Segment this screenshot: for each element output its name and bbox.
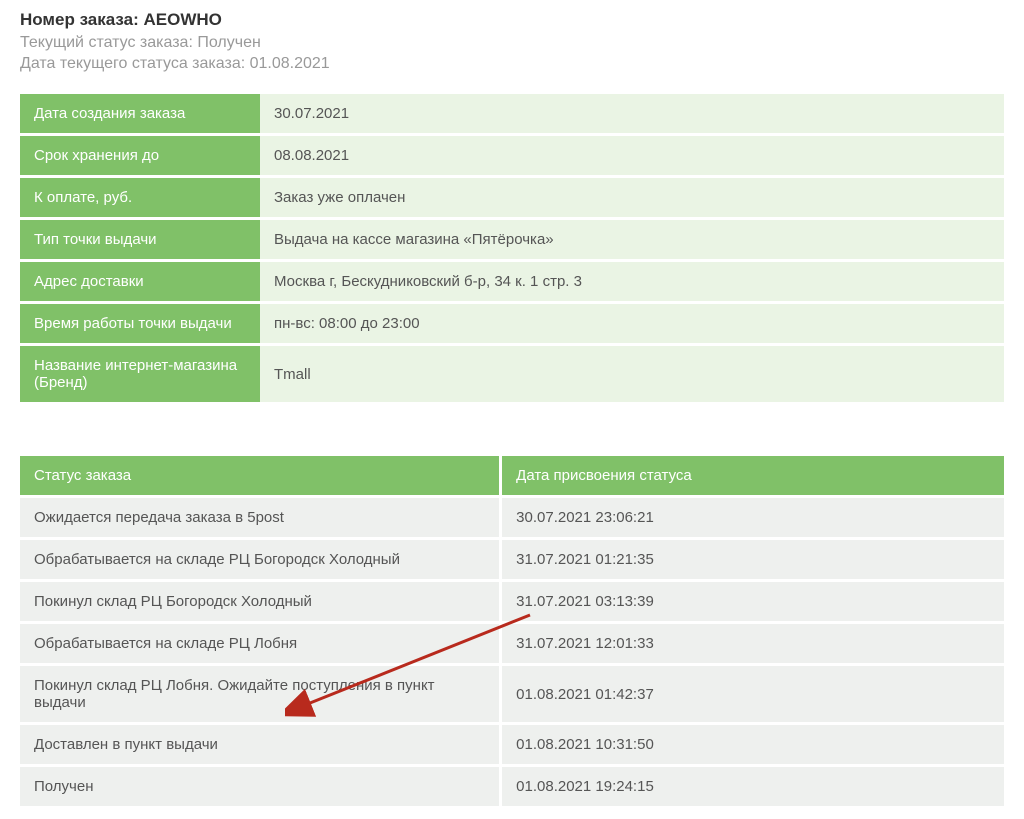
status-date-line: Дата текущего статуса заказа: 01.08.2021 [20,55,1004,73]
history-status: Обрабатывается на складе РЦ Богородск Хо… [20,540,502,579]
details-row: Адрес доставкиМосква г, Бескудниковский … [20,262,1004,301]
details-row: Время работы точки выдачипн-вс: 08:00 до… [20,304,1004,343]
details-row: Название интернет-магазина (Бренд)Tmall [20,346,1004,402]
history-row: Ожидается передача заказа в 5post30.07.2… [20,498,1004,537]
details-row: Срок хранения до08.08.2021 [20,136,1004,175]
history-date: 01.08.2021 01:42:37 [502,666,1004,722]
history-status: Покинул склад РЦ Богородск Холодный [20,582,502,621]
history-row: Обрабатывается на складе РЦ Богородск Хо… [20,540,1004,579]
history-status: Получен [20,767,502,806]
details-value: Выдача на кассе магазина «Пятёрочка» [260,220,1004,259]
order-history-table: Статус заказа Дата присвоения статуса Ож… [20,453,1004,809]
history-col-status: Статус заказа [20,456,502,495]
details-label: Название интернет-магазина (Бренд) [20,346,260,402]
current-status-value: Получен [197,34,260,51]
details-label: Адрес доставки [20,262,260,301]
details-value: Tmall [260,346,1004,402]
history-date: 01.08.2021 19:24:15 [502,767,1004,806]
details-label: Время работы точки выдачи [20,304,260,343]
history-col-date: Дата присвоения статуса [502,456,1004,495]
details-label: К оплате, руб. [20,178,260,217]
current-status-label: Текущий статус заказа: [20,34,197,51]
history-row: Получен01.08.2021 19:24:15 [20,767,1004,806]
history-date: 31.07.2021 12:01:33 [502,624,1004,663]
details-value: Заказ уже оплачен [260,178,1004,217]
history-date: 01.08.2021 10:31:50 [502,725,1004,764]
history-row: Покинул склад РЦ Лобня. Ожидайте поступл… [20,666,1004,722]
history-status: Обрабатывается на складе РЦ Лобня [20,624,502,663]
history-status: Доставлен в пункт выдачи [20,725,502,764]
details-label: Срок хранения до [20,136,260,175]
details-label: Дата создания заказа [20,94,260,133]
history-date: 31.07.2021 03:13:39 [502,582,1004,621]
order-details-table: Дата создания заказа30.07.2021Срок хране… [20,91,1004,405]
details-value: 08.08.2021 [260,136,1004,175]
status-date-value: 01.08.2021 [250,55,330,72]
history-status: Покинул склад РЦ Лобня. Ожидайте поступл… [20,666,502,722]
details-value: пн-вс: 08:00 до 23:00 [260,304,1004,343]
order-number-line: Номер заказа: AEOWHO [20,10,1004,30]
details-row: Дата создания заказа30.07.2021 [20,94,1004,133]
history-row: Покинул склад РЦ Богородск Холодный31.07… [20,582,1004,621]
history-date: 31.07.2021 01:21:35 [502,540,1004,579]
details-label: Тип точки выдачи [20,220,260,259]
current-status-line: Текущий статус заказа: Получен [20,34,1004,52]
order-number-label: Номер заказа: [20,10,144,29]
details-value: 30.07.2021 [260,94,1004,133]
details-value: Москва г, Бескудниковский б-р, 34 к. 1 с… [260,262,1004,301]
history-row: Доставлен в пункт выдачи01.08.2021 10:31… [20,725,1004,764]
history-row: Обрабатывается на складе РЦ Лобня31.07.2… [20,624,1004,663]
history-status: Ожидается передача заказа в 5post [20,498,502,537]
details-row: Тип точки выдачиВыдача на кассе магазина… [20,220,1004,259]
details-row: К оплате, руб.Заказ уже оплачен [20,178,1004,217]
status-date-label: Дата текущего статуса заказа: [20,55,250,72]
order-number-value: AEOWHO [144,10,222,29]
history-date: 30.07.2021 23:06:21 [502,498,1004,537]
